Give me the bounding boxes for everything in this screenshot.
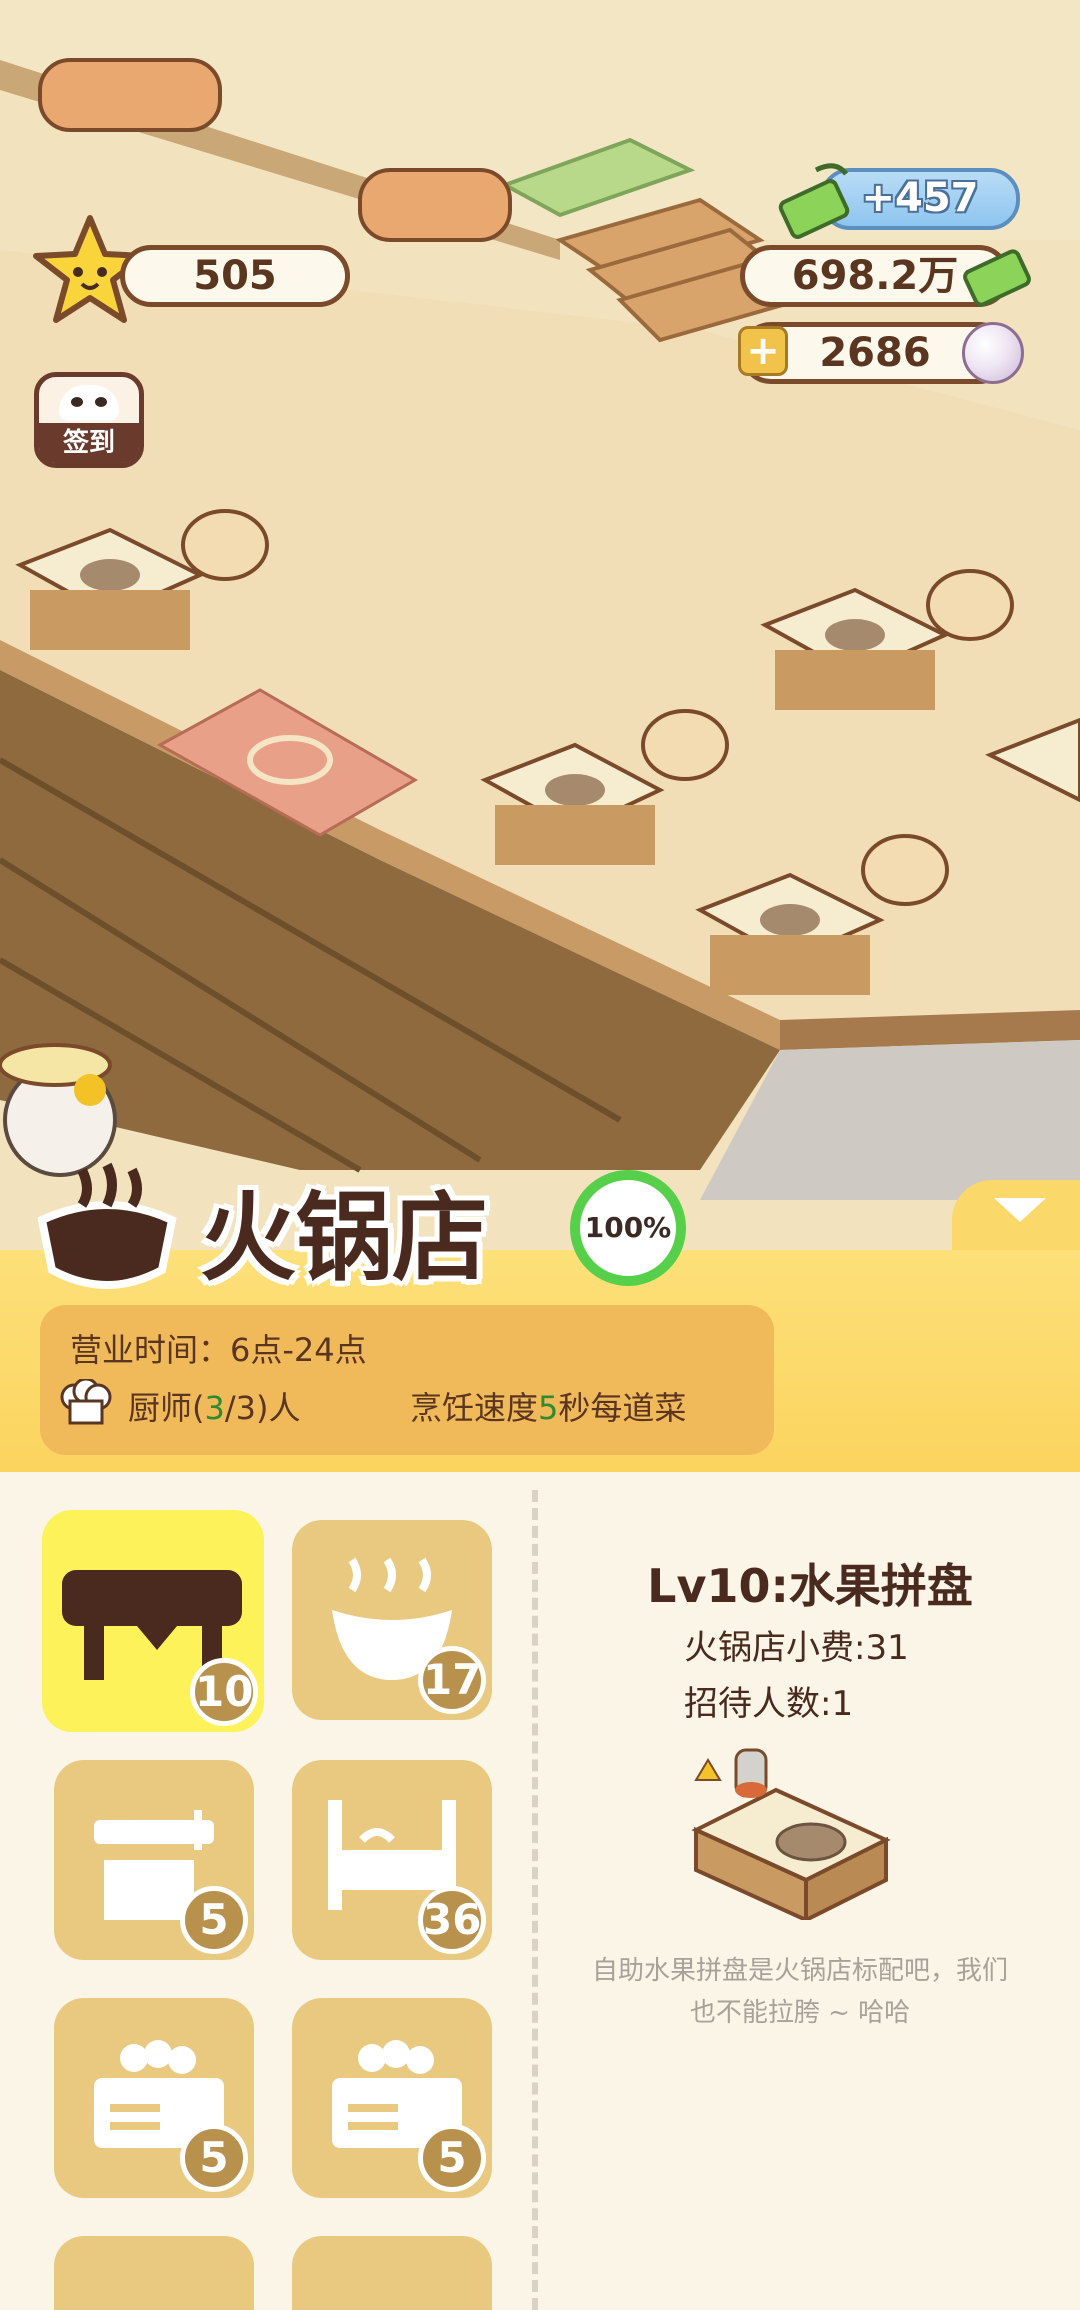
item-description: 自助水果拼盘是火锅店标配吧，我们 也不能拉胯 ~ 哈哈 — [560, 1950, 1040, 2034]
chef-row: 厨师(3/3)人 烹饪速度5秒每道菜 — [60, 1375, 760, 1435]
category-tile-counter[interactable]: 5 — [54, 1760, 254, 1960]
category-count-badge: 5 — [180, 1886, 248, 1954]
chevron-down-icon — [994, 1198, 1046, 1222]
bamboo-leaf-icon — [778, 163, 850, 239]
category-tile-table[interactable]: 100 — [42, 1510, 264, 1732]
category-count-badge: 100 — [190, 1658, 258, 1726]
category-count-badge: 36 — [418, 1886, 486, 1954]
business-hours: 营业时间：6点-24点 — [70, 1325, 367, 1371]
panel-divider — [532, 1490, 538, 2310]
item-guests: 招待人数:1 — [684, 1684, 854, 1724]
category-tile-partial[interactable] — [54, 2236, 254, 2310]
item-tip: 火锅店小费:31 — [684, 1628, 909, 1668]
category-tile-sofa[interactable]: 36 — [292, 1760, 492, 1960]
speed-value: 5 — [538, 1389, 559, 1427]
panda-icon — [59, 385, 119, 421]
category-tile-food-stand-2[interactable]: 5 — [292, 1998, 492, 2198]
pearl-icon — [962, 322, 1024, 384]
shop-info-box: 营业时间：6点-24点 厨师(3/3)人 烹饪速度5秒每道菜 — [40, 1305, 774, 1455]
item-description-line-2: 也不能拉胯 ~ 哈哈 — [689, 1998, 911, 2028]
chef-rest: /3)人 — [224, 1389, 301, 1427]
shop-title: 火锅店 — [200, 1181, 488, 1294]
shop-progress-badge: 100% — [570, 1170, 686, 1286]
category-tile-food-stand[interactable]: 5 — [54, 1998, 254, 2198]
category-count-badge: 5 — [418, 2124, 486, 2192]
item-title: Lv10:水果拼盘 — [647, 1559, 973, 1613]
signin-button[interactable]: 签到 — [34, 372, 144, 468]
chef-hat-icon — [60, 1379, 112, 1425]
bamboo-currency-icon — [963, 249, 1031, 307]
category-tile-partial[interactable] — [292, 2236, 492, 2310]
hotpot-logo-icon — [37, 1162, 177, 1289]
chef-current: 3 — [204, 1389, 225, 1427]
category-count-badge: 17 — [418, 1646, 486, 1714]
speed-unit: 秒每道菜 — [558, 1389, 687, 1427]
add-pearl-button[interactable]: + — [738, 326, 788, 376]
collapse-panel-button[interactable] — [952, 1180, 1080, 1260]
fruit-platter-table-image — [691, 1748, 891, 1920]
signin-label: 签到 — [39, 423, 139, 463]
category-tile-hotpot[interactable]: 17 — [292, 1520, 492, 1720]
chef-count: 厨师(3/3)人 — [128, 1383, 301, 1429]
cooking-speed: 烹饪速度5秒每道菜 — [410, 1383, 686, 1429]
chef-label: 厨师( — [128, 1389, 205, 1427]
item-description-line-1: 自助水果拼盘是火锅店标配吧，我们 — [591, 1956, 1008, 1986]
category-count-badge: 5 — [180, 2124, 248, 2192]
star-counter: 505 — [120, 245, 350, 307]
hours-value: 6点-24点 — [230, 1331, 367, 1369]
speed-label: 烹饪速度 — [410, 1389, 539, 1427]
hours-label: 营业时间： — [70, 1331, 231, 1369]
